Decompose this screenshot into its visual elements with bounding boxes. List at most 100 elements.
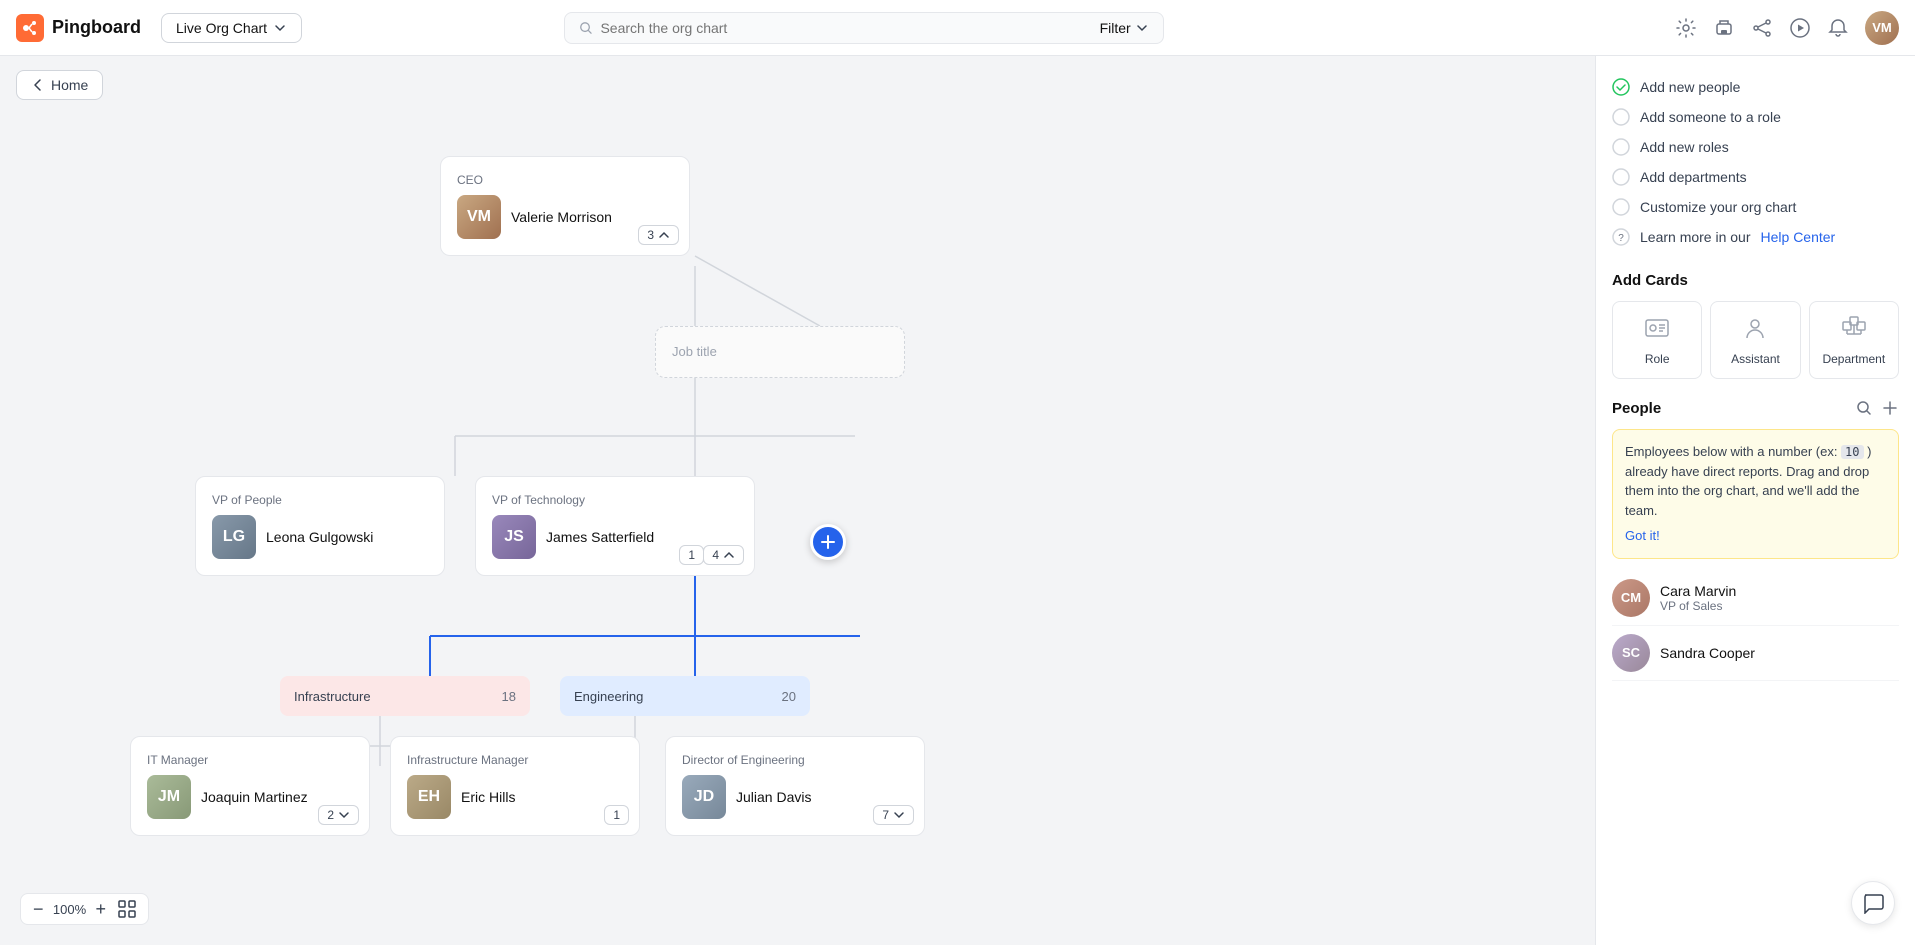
zoom-out-button[interactable]: − (33, 900, 44, 918)
add-departments-label: Add departments (1640, 169, 1747, 185)
sandra-name: Sandra Cooper (1660, 645, 1899, 661)
add-new-people-link[interactable]: Add new people (1612, 72, 1899, 102)
engineering-dept-bar[interactable]: Engineering 20 (560, 676, 810, 716)
sandra-info: Sandra Cooper (1660, 645, 1899, 661)
cara-info: Cara Marvin VP of Sales (1660, 583, 1899, 613)
chart-selector-label: Live Org Chart (176, 20, 267, 36)
add-cards-grid: Role Assistant Department (1612, 301, 1899, 379)
ceo-avatar: VM (457, 195, 501, 239)
chevron-down-icon-filter (1135, 21, 1149, 35)
add-new-people-label: Add new people (1640, 79, 1740, 95)
dir-engineering-title: Director of Engineering (682, 753, 908, 767)
zoom-in-button[interactable]: + (96, 900, 107, 918)
dir-engineering-avatar: JD (682, 775, 726, 819)
customize-org-chart-label: Customize your org chart (1640, 199, 1796, 215)
vp-people-card[interactable]: VP of People LG Leona Gulgowski (195, 476, 445, 576)
search-icon (579, 20, 593, 36)
header: Pingboard Live Org Chart Filter VM (0, 0, 1915, 56)
zoom-fit-icon[interactable] (118, 900, 136, 918)
infra-manager-badge[interactable]: 1 (604, 805, 629, 825)
people-search-icon[interactable] (1855, 399, 1873, 417)
vp-tech-direct-badge[interactable]: 1 (679, 545, 704, 565)
chat-bubble-button[interactable] (1851, 881, 1895, 925)
play-icon[interactable] (1789, 17, 1811, 39)
svg-text:?: ? (1618, 233, 1624, 244)
infra-dept-count: 18 (502, 689, 516, 704)
people-add-icon[interactable] (1881, 399, 1899, 417)
vp-tech-avatar: JS (492, 515, 536, 559)
person-row-cara[interactable]: CM Cara Marvin VP of Sales (1612, 571, 1899, 626)
user-avatar-header[interactable]: VM (1865, 11, 1899, 45)
vp-tech-direct-count: 1 (688, 548, 695, 562)
vp-tech-reports-badge[interactable]: 4 (703, 545, 744, 565)
search-bar[interactable]: Filter (564, 12, 1164, 44)
org-chart-canvas: CEO VM Valerie Morrison 3 Job title VP o… (0, 56, 1595, 945)
job-title-placeholder: Job title (672, 344, 717, 359)
it-manager-badge[interactable]: 2 (318, 805, 359, 825)
add-new-roles-label: Add new roles (1640, 139, 1729, 155)
info-banner: Employees below with a number (ex: 10 ) … (1612, 429, 1899, 559)
quick-links-section: Add new people Add someone to a role Add… (1612, 72, 1899, 252)
got-it-button[interactable]: Got it! (1625, 526, 1886, 546)
arrow-left-icon (31, 78, 45, 92)
vp-tech-name: James Satterfield (546, 529, 654, 545)
dir-engineering-name: Julian Davis (736, 789, 811, 805)
assistant-label: Assistant (1719, 352, 1791, 366)
vp-people-name: Leona Gulgowski (266, 529, 373, 545)
header-icons: VM (1675, 11, 1899, 45)
filter-button[interactable]: Filter (1100, 20, 1149, 36)
ceo-initials: VM (457, 195, 501, 239)
infra-manager-name: Eric Hills (461, 789, 515, 805)
print-icon[interactable] (1713, 17, 1735, 39)
add-department-card[interactable]: Department (1809, 301, 1899, 379)
vp-tech-card[interactable]: VP of Technology JS James Satterfield 1 … (475, 476, 755, 576)
home-button[interactable]: Home (16, 70, 103, 100)
add-departments-link[interactable]: Add departments (1612, 162, 1899, 192)
person-row-sandra[interactable]: SC Sandra Cooper (1612, 626, 1899, 681)
ceo-name: Valerie Morrison (511, 209, 612, 225)
add-someone-to-role-link[interactable]: Add someone to a role (1612, 102, 1899, 132)
add-new-roles-link[interactable]: Add new roles (1612, 132, 1899, 162)
add-cards-section: Add Cards Role Assistant Department (1612, 272, 1899, 379)
zoom-level-display: 100% (52, 902, 88, 917)
vp-people-title: VP of People (212, 493, 428, 507)
settings-icon[interactable] (1675, 17, 1697, 39)
drag-arrow-icon (820, 534, 836, 550)
bell-icon[interactable] (1827, 17, 1849, 39)
add-assistant-card[interactable]: Assistant (1710, 301, 1800, 379)
eng-dept-count: 20 (782, 689, 796, 704)
assistant-icon (1741, 314, 1769, 342)
infra-manager-card[interactable]: Infrastructure Manager EH Eric Hills 1 (390, 736, 640, 836)
home-label: Home (51, 77, 88, 93)
pingboard-logo-icon (16, 14, 44, 42)
logo-area: Pingboard (16, 14, 141, 42)
add-role-card[interactable]: Role (1612, 301, 1702, 379)
chevron-up-icon-tech (723, 549, 735, 561)
learn-more-label: Learn more in our (1640, 229, 1751, 245)
circle-icon-1 (1612, 108, 1630, 126)
drag-cursor[interactable] (810, 524, 846, 560)
assistant-card-icon (1719, 314, 1791, 348)
search-input[interactable] (600, 20, 1091, 36)
ceo-card[interactable]: CEO VM Valerie Morrison 3 (440, 156, 690, 256)
zoom-controls: − 100% + (20, 893, 149, 925)
ceo-reports-count: 3 (647, 228, 654, 242)
it-manager-card[interactable]: IT Manager JM Joaquin Martinez 2 (130, 736, 370, 836)
infra-manager-count: 1 (613, 808, 620, 822)
vp-tech-reports-count: 4 (712, 548, 719, 562)
canvas-inner: CEO VM Valerie Morrison 3 Job title VP o… (0, 56, 1595, 945)
infrastructure-dept-bar[interactable]: Infrastructure 18 (280, 676, 530, 716)
ceo-reports-badge[interactable]: 3 (638, 225, 679, 245)
dir-engineering-badge[interactable]: 7 (873, 805, 914, 825)
checkmark-icon (1612, 78, 1630, 96)
learn-more-link[interactable]: ? Learn more in our Help Center (1612, 222, 1899, 252)
chevron-down-icon-eng (893, 809, 905, 821)
share-icon[interactable] (1751, 17, 1773, 39)
chart-selector-button[interactable]: Live Org Chart (161, 13, 302, 43)
help-center-link[interactable]: Help Center (1761, 229, 1836, 245)
job-title-card[interactable]: Job title (655, 326, 905, 378)
dir-engineering-card[interactable]: Director of Engineering JD Julian Davis … (665, 736, 925, 836)
circle-icon-4 (1612, 198, 1630, 216)
customize-org-chart-link[interactable]: Customize your org chart (1612, 192, 1899, 222)
people-title-icons (1855, 399, 1899, 417)
